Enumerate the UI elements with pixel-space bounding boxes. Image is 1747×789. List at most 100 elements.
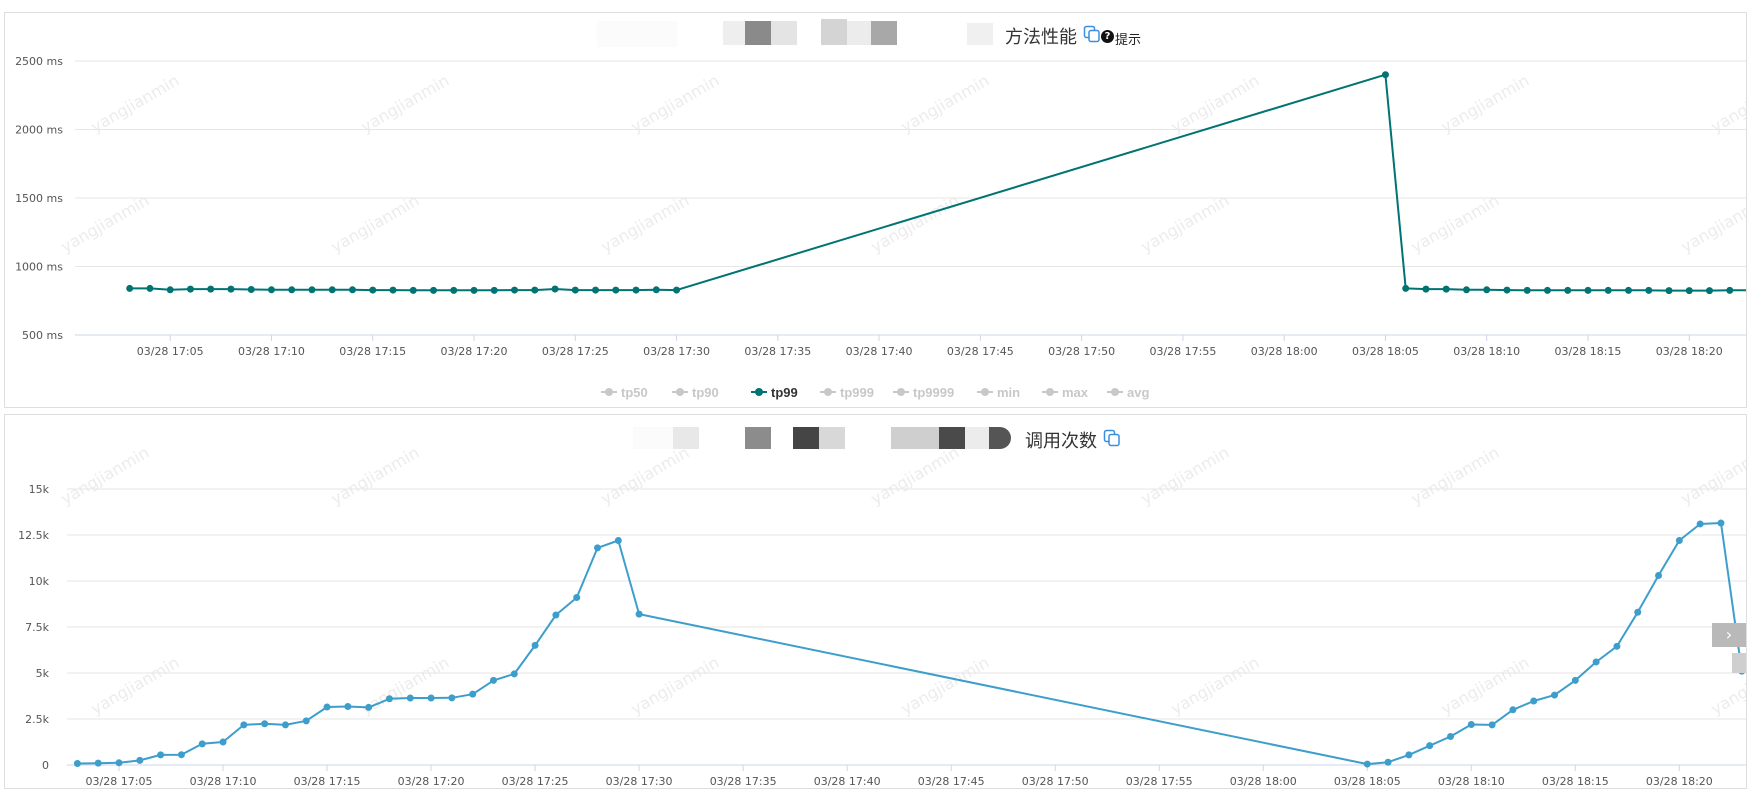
- performance-line-chart: yangjianmin yangjianmin yangjianmin yangjia…: [15, 55, 1746, 358]
- watermark-text: yangjianmin: [328, 443, 423, 509]
- watermark-text: yangjianmin: [58, 443, 153, 509]
- data-point: [288, 286, 296, 294]
- x-tick-label: 03/28 18:20: [1656, 345, 1723, 358]
- x-tick-label: 03/28 17:30: [606, 775, 673, 788]
- data-point: [73, 760, 81, 768]
- x-tick-label: 03/28 17:55: [1149, 345, 1216, 358]
- data-point: [552, 611, 560, 619]
- x-tick-label: 03/28 17:25: [542, 345, 609, 358]
- data-point: [511, 286, 519, 294]
- y-tick-label: 12.5k: [18, 529, 49, 542]
- data-point: [1483, 286, 1491, 294]
- y-tick-label: 5k: [36, 667, 50, 680]
- data-point: [369, 286, 377, 294]
- x-tick-label: 03/28 17:40: [846, 345, 913, 358]
- performance-chart-panel: 方法性能 ? 提示 yangjianmin yangjianmin yangjian…: [4, 12, 1747, 408]
- data-point: [531, 286, 539, 294]
- data-point: [409, 286, 417, 294]
- data-point: [136, 756, 144, 764]
- data-point: [1446, 732, 1454, 740]
- watermark-text: yangjianmin: [898, 653, 993, 719]
- data-point: [126, 284, 134, 292]
- x-tick-label: 03/28 17:55: [1126, 775, 1193, 788]
- x-tick-label: 03/28 17:30: [643, 345, 710, 358]
- data-point: [115, 759, 123, 767]
- data-point: [469, 690, 477, 698]
- data-point: [551, 285, 559, 293]
- y-tick-label: 0: [42, 759, 49, 772]
- data-point: [1442, 285, 1450, 293]
- data-point: [247, 286, 255, 294]
- legend-marker-icon: [1107, 388, 1123, 396]
- data-point: [261, 720, 269, 728]
- legend-item-tp90[interactable]: tp90: [672, 384, 719, 400]
- y-tick-label: 2500 ms: [15, 55, 63, 68]
- data-point: [1571, 676, 1579, 684]
- legend-item-tp99[interactable]: tp99: [751, 384, 798, 400]
- data-point: [1523, 286, 1531, 294]
- data-point: [389, 286, 397, 294]
- y-tick-label: 1500 ms: [15, 192, 63, 205]
- x-tick-label: 03/28 17:10: [238, 345, 305, 358]
- watermark-text: yangjianmin: [88, 71, 183, 137]
- data-point: [1384, 758, 1392, 766]
- legend-item-min[interactable]: min: [977, 384, 1020, 400]
- data-point: [614, 537, 622, 545]
- watermark-text: yangjianmin: [1438, 71, 1533, 137]
- data-point: [1509, 706, 1517, 714]
- x-tick-label: 03/28 17:10: [190, 775, 257, 788]
- legend-item-tp999[interactable]: tp999: [820, 384, 874, 400]
- legend-label: min: [997, 384, 1021, 400]
- scroll-right-button[interactable]: ›: [1712, 623, 1746, 647]
- data-point: [1665, 287, 1673, 295]
- data-point: [1381, 71, 1389, 79]
- legend-marker-icon: [601, 388, 617, 396]
- x-tick-label: 03/28 17:15: [294, 775, 361, 788]
- watermark-text: yangjianmin: [598, 443, 693, 509]
- x-tick-label: 03/28 18:15: [1555, 345, 1622, 358]
- data-point: [490, 286, 498, 294]
- x-tick-label: 03/28 17:35: [744, 345, 811, 358]
- data-point: [673, 286, 681, 294]
- data-point: [1696, 520, 1704, 528]
- data-point: [1655, 571, 1663, 579]
- data-point: [1584, 286, 1592, 294]
- data-point: [385, 695, 393, 703]
- data-point: [157, 751, 165, 759]
- data-point: [470, 286, 478, 294]
- data-point: [406, 694, 414, 702]
- watermark-text: yangjianmin: [868, 443, 963, 509]
- watermark-text: yangjianmin: [1168, 653, 1263, 719]
- x-tick-label: 03/28 18:00: [1251, 345, 1318, 358]
- scroll-handle[interactable]: [1732, 653, 1746, 673]
- data-point: [594, 544, 602, 552]
- data-point: [219, 738, 227, 746]
- data-point: [240, 721, 248, 729]
- data-point: [592, 286, 600, 294]
- watermark-text: yangjianmin: [628, 71, 723, 137]
- legend-label: max: [1062, 384, 1089, 400]
- legend-item-tp9999[interactable]: tp9999: [893, 384, 954, 400]
- legend-item-avg[interactable]: avg: [1107, 384, 1149, 400]
- x-tick-label: 03/28 18:10: [1438, 775, 1505, 788]
- data-point: [1543, 286, 1551, 294]
- legend-item-max[interactable]: max: [1042, 384, 1088, 400]
- x-tick-label: 03/28 17:50: [1022, 775, 1089, 788]
- legend-marker-icon: [977, 388, 993, 396]
- x-tick-label: 03/28 17:50: [1048, 345, 1115, 358]
- x-tick-label: 03/28 18:05: [1334, 775, 1401, 788]
- legend-label: tp99: [771, 384, 798, 400]
- watermark-text: yangjianmin: [868, 191, 963, 257]
- y-tick-label: 1000 ms: [15, 261, 63, 274]
- data-point: [1726, 286, 1734, 294]
- x-tick-label: 03/28 17:20: [441, 345, 508, 358]
- data-point: [450, 286, 458, 294]
- x-tick-label: 03/28 18:00: [1230, 775, 1297, 788]
- data-point: [427, 694, 435, 702]
- data-point: [348, 286, 356, 294]
- data-point: [1426, 742, 1434, 750]
- data-point: [328, 286, 336, 294]
- data-point: [1613, 642, 1621, 650]
- legend-marker-icon: [672, 388, 688, 396]
- legend-item-tp50[interactable]: tp50: [601, 384, 648, 400]
